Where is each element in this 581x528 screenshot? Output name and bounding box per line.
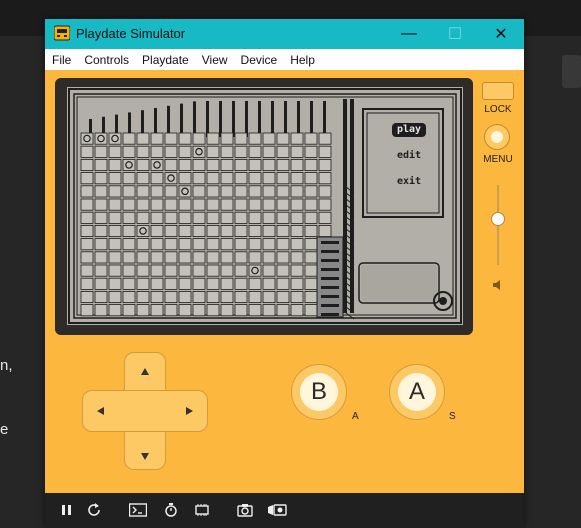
background-text-line: e (0, 421, 9, 438)
speaker-icon (493, 280, 500, 290)
b-key-hint: A (352, 411, 359, 422)
volume-slider-knob[interactable] (491, 212, 505, 226)
restart-icon[interactable] (87, 503, 103, 517)
game-menu-edit[interactable]: edit (385, 150, 433, 161)
d-pad-center (125, 391, 165, 431)
b-button-label: B (300, 373, 338, 411)
window-title: Playdate Simulator (76, 26, 186, 41)
bottom-toolbar (45, 493, 524, 528)
background-text-line: n, (0, 357, 13, 374)
menu-help[interactable]: Help (290, 53, 315, 67)
menu-playdate[interactable]: Playdate (142, 53, 189, 67)
a-button-label: A (398, 373, 436, 411)
console-icon[interactable] (129, 503, 147, 517)
menu-label: MENU (483, 154, 513, 165)
menu-button[interactable] (484, 124, 510, 150)
game-menu-play[interactable]: play (392, 124, 426, 135)
device-screen[interactable]: play edit exit (67, 87, 463, 325)
game-screen-art (67, 87, 463, 325)
lock-button[interactable] (482, 82, 514, 100)
d-pad-right-arrow-icon[interactable] (186, 407, 193, 415)
simulator-window: Playdate Simulator — ☐ ✕ File Controls P… (45, 19, 524, 528)
menu-file[interactable]: File (52, 53, 71, 67)
memory-icon[interactable] (194, 503, 210, 517)
stopwatch-icon[interactable] (163, 503, 179, 517)
game-menu-exit[interactable]: exit (385, 176, 433, 187)
playdate-app-icon (54, 25, 70, 41)
record-video-icon[interactable] (267, 503, 287, 517)
screenshot-icon[interactable] (237, 503, 253, 517)
menu-controls[interactable]: Controls (84, 53, 129, 67)
menu-bar: File Controls Playdate View Device Help (45, 49, 524, 70)
title-bar[interactable]: Playdate Simulator — ☐ ✕ (45, 19, 524, 49)
a-key-hint: S (449, 411, 456, 422)
background-control (562, 55, 581, 88)
d-pad-down-arrow-icon[interactable] (141, 453, 149, 460)
d-pad-left-arrow-icon[interactable] (97, 407, 104, 415)
a-button[interactable]: A (389, 364, 445, 420)
maximize-button[interactable]: ☐ (432, 19, 478, 49)
b-button[interactable]: B (291, 364, 347, 420)
menu-view[interactable]: View (202, 53, 228, 67)
pause-icon[interactable] (59, 503, 75, 517)
screen-bezel: play edit exit (55, 78, 473, 335)
close-button[interactable]: ✕ (478, 19, 524, 49)
d-pad-up-arrow-icon[interactable] (141, 368, 149, 375)
d-pad (82, 352, 208, 470)
lock-label: LOCK (484, 104, 512, 115)
menu-device[interactable]: Device (241, 53, 278, 67)
minimize-button[interactable]: — (386, 19, 432, 49)
